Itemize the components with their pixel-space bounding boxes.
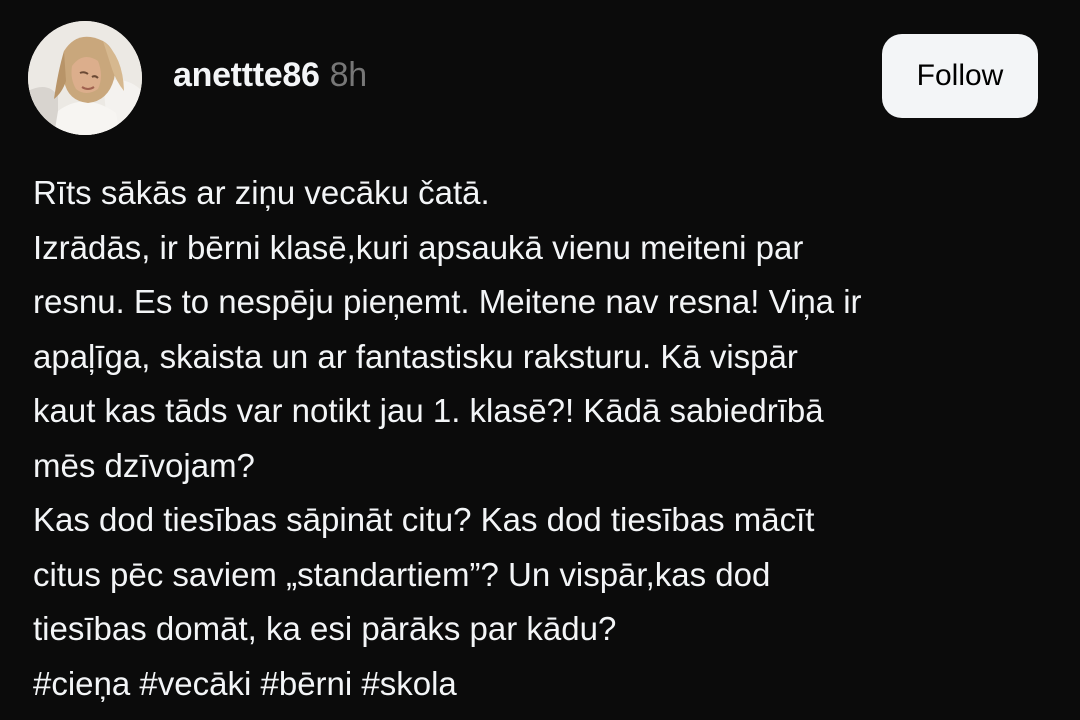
avatar[interactable] — [28, 21, 142, 135]
hashtag-link[interactable]: #vecāki — [139, 665, 251, 702]
post-time: 8h — [329, 56, 368, 94]
author-line: anettte86 8h — [173, 56, 367, 95]
follow-button[interactable]: Follow — [882, 34, 1038, 118]
post-text-line: resnu. Es to nespēju pieņemt. Meitene na… — [33, 283, 862, 320]
post-text-line: tiesības domāt, ka esi pārāks par kādu? — [33, 610, 617, 647]
post-text-line: mēs dzīvojam? — [33, 446, 255, 484]
post-text-line: citus pēc saviem „standartiem”? Un vispā… — [33, 555, 771, 593]
post-body: Rīts sākās ar ziņu vecāku čatā. Izrādās,… — [33, 166, 1053, 711]
post-text-line: kaut kas tāds var notikt jau 1. klasē?! … — [33, 392, 824, 429]
post: anettte86 8h Follow Rīts sākās ar ziņu ve… — [0, 0, 1080, 720]
hashtag-link[interactable]: #bērni — [260, 665, 352, 702]
username[interactable]: anettte86 — [173, 56, 320, 94]
hashtag-link[interactable]: #skola — [361, 665, 456, 702]
avatar-image — [28, 21, 142, 135]
post-text-line: Kas dod tiesības sāpināt citu? Kas dod t… — [33, 501, 815, 538]
post-text-line: apaļīga, skaista un ar fantastisku rakst… — [33, 337, 798, 375]
post-text-line: Rīts sākās ar ziņu vecāku čatā. — [33, 174, 490, 211]
post-text-line: Izrādās, ir bērni klasē,kuri apsaukā vie… — [33, 228, 804, 266]
hashtag-link[interactable]: #cieņa — [33, 665, 130, 702]
hashtag-row: #cieņa #vecāki #bērni #skola — [33, 657, 1053, 712]
post-header: anettte86 8h Follow — [0, 0, 1080, 150]
